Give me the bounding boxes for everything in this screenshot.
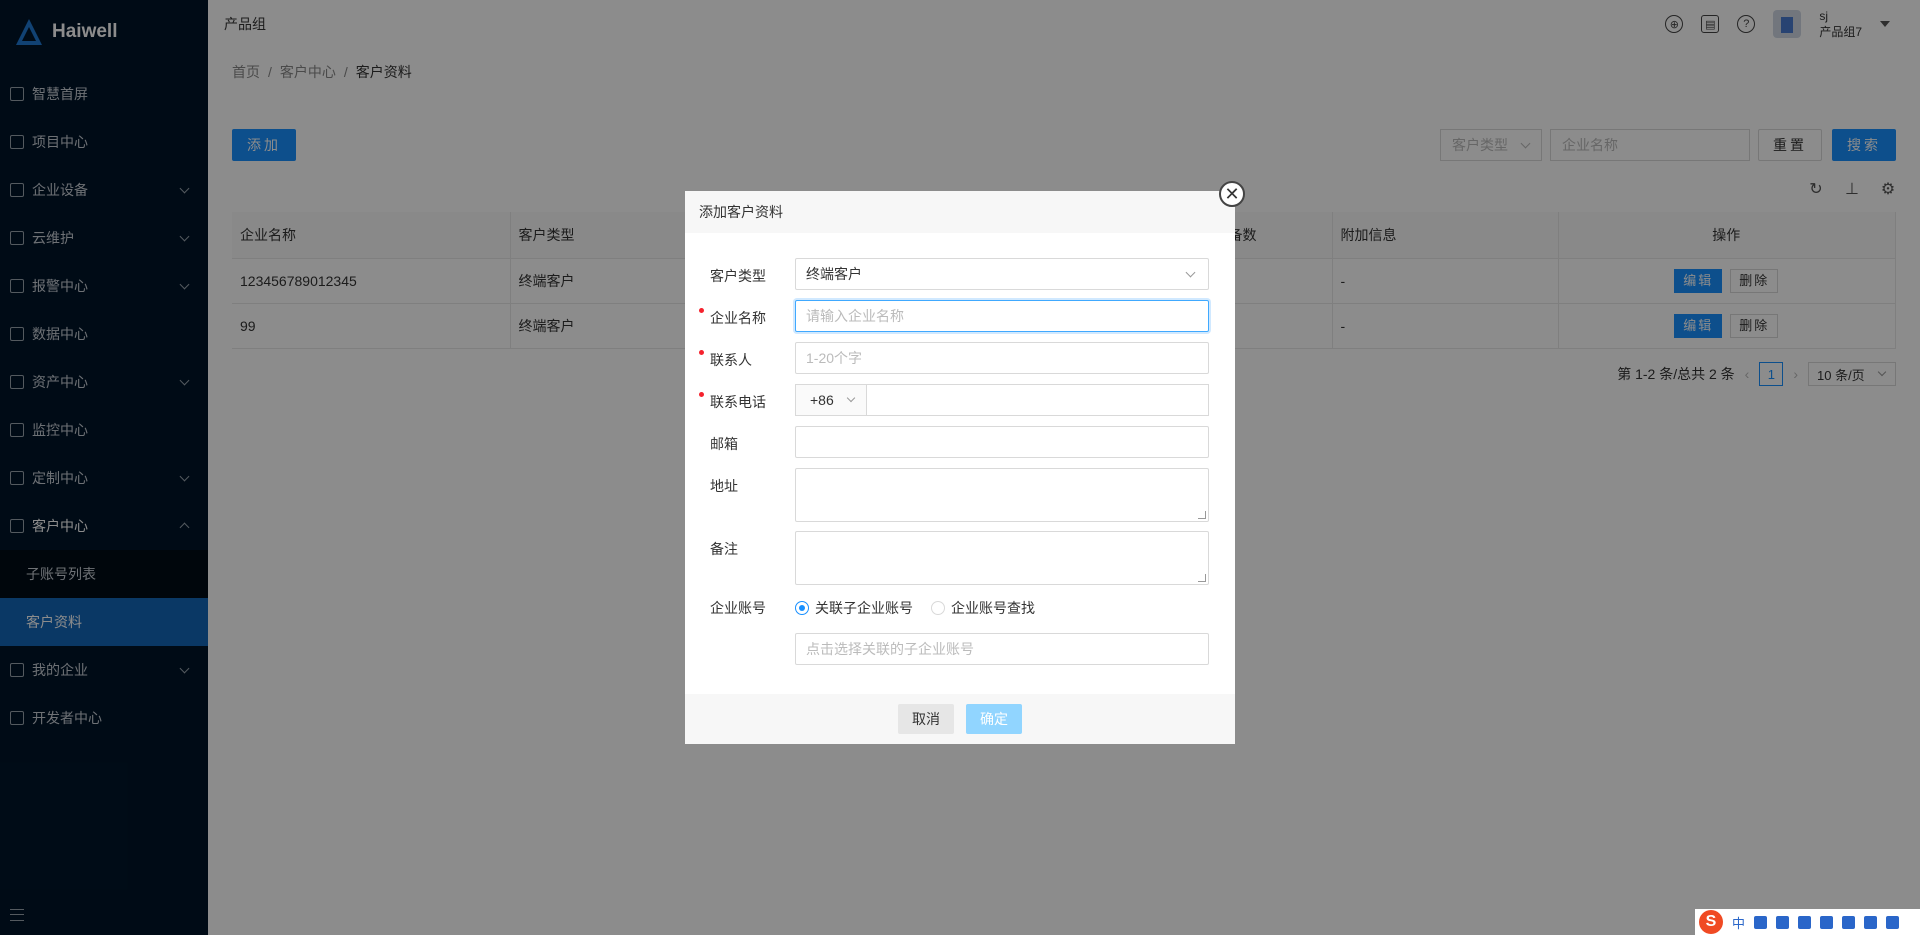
ime-mode[interactable]: 中	[1732, 913, 1745, 932]
customer-type-label: 客户类型	[710, 268, 766, 284]
address-label: 地址	[710, 478, 738, 494]
modal-footer: 取消 确定	[685, 694, 1235, 744]
grid-icon[interactable]	[1864, 915, 1878, 929]
radio-link-sub-label: 关联子企业账号	[815, 600, 913, 616]
modal-header: 添加客户资料	[685, 191, 1235, 233]
chevron-down-icon	[1185, 267, 1196, 278]
confirm-button[interactable]: 确定	[966, 704, 1022, 734]
ime-toolbar: S 中	[1695, 909, 1920, 935]
required-mark	[699, 308, 704, 313]
remark-textarea[interactable]	[795, 531, 1209, 585]
keyboard-icon[interactable]	[1798, 915, 1812, 929]
account-label: 企业账号	[710, 600, 766, 616]
company-name-label: 企业名称	[710, 310, 766, 326]
phone-prefix-select[interactable]: +86	[795, 384, 867, 416]
customer-type-select[interactable]: 终端客户	[795, 258, 1209, 290]
cancel-button[interactable]: 取消	[898, 704, 954, 734]
required-mark	[699, 350, 704, 355]
address-textarea[interactable]	[795, 468, 1209, 522]
required-mark	[699, 392, 704, 397]
add-customer-modal: 添加客户资料 ✕ 客户类型 终端客户 企业名称 请输入企业名称 联系人 1-20…	[685, 181, 1245, 744]
remark-label: 备注	[710, 541, 738, 557]
radio-search-label: 企业账号查找	[951, 600, 1035, 616]
microphone-icon[interactable]	[1776, 915, 1790, 929]
customer-type-value: 终端客户	[806, 266, 862, 282]
punctuation-icon[interactable]	[1754, 915, 1768, 929]
phone-input[interactable]	[866, 384, 1209, 416]
company-name-input[interactable]: 请输入企业名称	[795, 300, 1209, 332]
chevron-down-icon	[846, 393, 856, 403]
radio-link-sub-account[interactable]: 关联子企业账号	[795, 598, 913, 618]
phone-label: 联系电话	[710, 394, 766, 410]
game-icon[interactable]	[1842, 915, 1856, 929]
sub-account-select-input[interactable]: 点击选择关联的子企业账号	[795, 633, 1209, 665]
radio-unchecked-icon	[931, 601, 945, 615]
modal-title: 添加客户资料	[699, 204, 783, 220]
contact-label: 联系人	[710, 352, 752, 368]
radio-checked-icon	[795, 601, 809, 615]
settings-icon[interactable]	[1886, 915, 1900, 929]
radio-search-account[interactable]: 企业账号查找	[931, 598, 1035, 618]
account-radio-group: 关联子企业账号 企业账号查找	[795, 598, 1035, 618]
skin-icon[interactable]	[1820, 915, 1834, 929]
close-icon[interactable]: ✕	[1219, 181, 1245, 207]
email-field[interactable]	[795, 426, 1209, 458]
contact-input[interactable]: 1-20个字	[795, 342, 1209, 374]
sogou-logo-icon[interactable]: S	[1699, 910, 1723, 934]
phone-prefix-value: +86	[810, 392, 834, 408]
email-label: 邮箱	[710, 436, 738, 452]
